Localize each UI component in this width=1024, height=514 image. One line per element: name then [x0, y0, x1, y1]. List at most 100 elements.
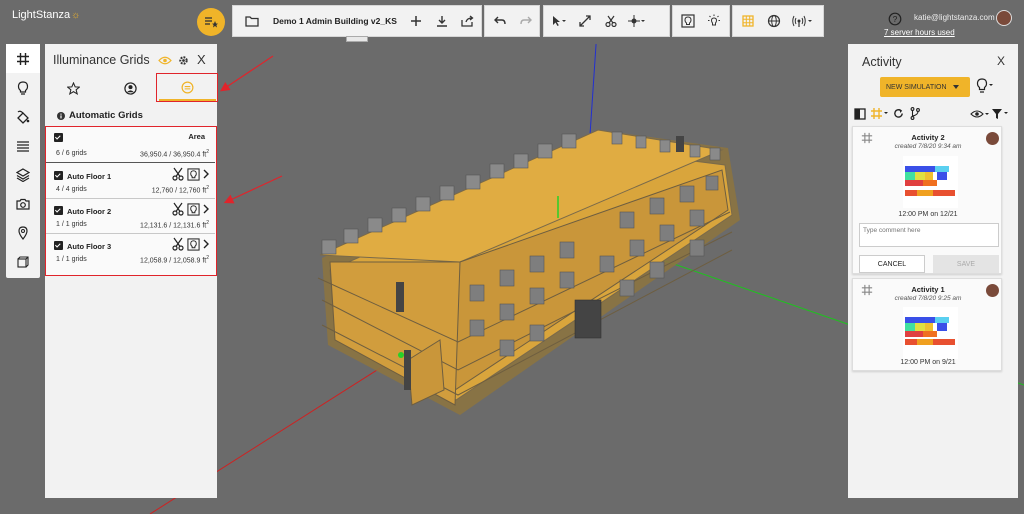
new-simulation-button[interactable]: NEW SIMULATION: [880, 77, 970, 97]
grid-filter-icon[interactable]: [870, 107, 890, 120]
expand-tool-button[interactable]: [572, 8, 598, 34]
light-fixture-button[interactable]: [675, 8, 701, 34]
activity-toolbar: [854, 106, 1014, 122]
eye-icon[interactable]: [158, 56, 172, 65]
visibility-icon[interactable]: [970, 109, 990, 119]
branch-icon[interactable]: [910, 107, 920, 120]
stack-icon: [16, 167, 30, 182]
pin-icon: [18, 225, 28, 240]
floor-2-checkbox[interactable]: [54, 206, 63, 215]
rail-stack[interactable]: [6, 160, 40, 189]
grid-icon: [17, 52, 29, 65]
star-icon: [67, 81, 80, 95]
move-tool-button[interactable]: [624, 8, 650, 34]
rail-camera[interactable]: [6, 189, 40, 218]
download-button[interactable]: [429, 8, 455, 34]
grid-row-floor-1[interactable]: Auto Floor 1 4 / 4 grids 12,760 / 12,760…: [46, 164, 215, 199]
rail-objects[interactable]: [6, 247, 40, 276]
automatic-grids-heading: Automatic Grids: [57, 110, 143, 121]
view-toolbar: [732, 5, 824, 37]
floor-1-checkbox[interactable]: [54, 171, 63, 180]
rail-materials[interactable]: [6, 102, 40, 131]
floor-3-actions: [172, 237, 209, 251]
floor-3-bulb-frame-icon[interactable]: [187, 237, 200, 251]
floor-1-chevron-right-icon[interactable]: [203, 169, 209, 179]
save-button[interactable]: SAVE: [933, 255, 999, 273]
layers-icon: [17, 140, 29, 152]
left-tool-rail: [6, 44, 40, 278]
summary-area-unit-sup: 2: [206, 149, 209, 155]
share-button[interactable]: [455, 8, 481, 34]
tab-favorites[interactable]: [45, 75, 102, 101]
open-project-button[interactable]: [239, 8, 265, 34]
help-icon[interactable]: ?: [888, 12, 902, 26]
card-2-thumbnail[interactable]: [903, 156, 958, 208]
rail-lights[interactable]: [6, 73, 40, 102]
logo-sun-icon: ☼: [71, 10, 81, 21]
close-activity-button[interactable]: X: [997, 54, 1005, 68]
sun-icon: [708, 14, 720, 26]
select-tool-button[interactable]: [546, 8, 572, 34]
simulation-bulb-icon[interactable]: [976, 78, 996, 94]
comment-input[interactable]: [859, 223, 999, 247]
floor-2-grid-count: 1 / 1 grids: [56, 221, 87, 228]
summary-area: 36,950.4 / 36,950.4 ft2: [140, 149, 209, 158]
floor-3-scissors-icon[interactable]: [172, 237, 184, 251]
globe-button[interactable]: [761, 8, 787, 34]
project-name[interactable]: Demo 1 Admin Building v2_KS: [273, 16, 397, 26]
floor-3-checkbox[interactable]: [54, 241, 63, 250]
floor-2-area: 12,131.6 / 12,131.6 ft2: [140, 220, 209, 229]
daylight-button[interactable]: [701, 8, 727, 34]
filter-icon[interactable]: [991, 108, 1011, 120]
grid-row-floor-2[interactable]: Auto Floor 2 1 / 1 grids 12,131.6 / 12,1…: [46, 199, 215, 234]
activity-panel: Activity X NEW SIMULATION Activity 2 cre…: [848, 44, 1018, 498]
tab-user-grids[interactable]: [102, 75, 159, 101]
logo-text: LightStanza: [12, 9, 71, 21]
split-view-icon[interactable]: [854, 108, 866, 120]
card-1-heatmap-image: [905, 317, 955, 345]
globe-icon: [767, 14, 781, 28]
select-all-checkbox[interactable]: [54, 133, 63, 142]
collapse-toolbar-handle[interactable]: [346, 36, 368, 42]
move-icon: [628, 15, 645, 27]
building-model[interactable]: [317, 129, 740, 415]
floor-2-chevron-right-icon[interactable]: [203, 204, 209, 214]
card-2-created: created 7/8/20 9:34 am: [894, 143, 962, 150]
card-2-avatar: [986, 132, 999, 145]
plus-icon: [410, 16, 421, 26]
rail-location[interactable]: [6, 218, 40, 247]
summary-area-value: 36,950.4 / 36,950.4 ft: [140, 151, 207, 159]
playlist-star-icon: [205, 17, 218, 28]
cancel-button[interactable]: CANCEL: [859, 255, 925, 273]
refresh-icon[interactable]: [893, 108, 904, 119]
rail-layers-list[interactable]: [6, 131, 40, 160]
grid-cube-button[interactable]: [735, 8, 761, 34]
playlist-star-button[interactable]: [197, 8, 225, 36]
share-icon: [461, 15, 474, 27]
undo-button[interactable]: [487, 8, 513, 34]
server-hours-link[interactable]: 7 server hours used: [884, 28, 955, 37]
activity-card-2[interactable]: Activity 2 created 7/8/20 9:34 am 12:00 …: [852, 126, 1002, 274]
floor-2-scissors-icon[interactable]: [172, 202, 184, 216]
rail-grids[interactable]: [6, 44, 40, 73]
user-circle-icon: [124, 81, 137, 95]
floor-3-chevron-right-icon[interactable]: [203, 239, 209, 249]
download-icon: [436, 16, 447, 27]
user-avatar[interactable]: [996, 10, 1012, 26]
signal-button[interactable]: [787, 8, 819, 34]
card-1-thumbnail[interactable]: [903, 307, 958, 359]
card-1-avatar: [986, 284, 999, 297]
floor-1-scissors-icon[interactable]: [172, 167, 184, 181]
cut-tool-button[interactable]: [598, 8, 624, 34]
floor-2-area-unit-sup: 2: [206, 220, 209, 226]
tools-toolbar: [543, 5, 670, 37]
gear-icon[interactable]: [178, 55, 189, 66]
redo-button[interactable]: [513, 8, 539, 34]
info-icon: [57, 111, 65, 120]
add-button[interactable]: [403, 8, 429, 34]
grid-row-floor-3[interactable]: Auto Floor 3 1 / 1 grids 12,058.9 / 12,0…: [46, 234, 215, 274]
floor-1-bulb-frame-icon[interactable]: [187, 167, 200, 181]
close-panel-button[interactable]: X: [197, 52, 206, 67]
activity-card-1[interactable]: Activity 1 created 7/8/20 9:25 am 12:00 …: [852, 278, 1002, 371]
floor-2-bulb-frame-icon[interactable]: [187, 202, 200, 216]
